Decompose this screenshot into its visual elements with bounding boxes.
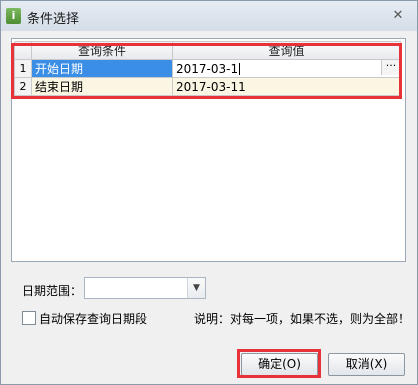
highlight-box-ok: [237, 349, 321, 378]
date-range-label: 日期范围：: [22, 284, 83, 298]
app-icon: i: [6, 8, 21, 24]
autosave-checkbox[interactable]: [22, 311, 36, 325]
cancel-button[interactable]: 取消(X): [328, 353, 405, 376]
window-title: 条件选择: [27, 12, 80, 27]
highlight-box-grid: [11, 43, 402, 99]
note-text: 说明：对每一项，如果不选，则为全部！: [194, 312, 411, 326]
autosave-label[interactable]: 自动保存查询日期段: [39, 310, 147, 327]
title-bar: i 条件选择 ✕: [1, 1, 417, 31]
condition-select-dialog: i 条件选择 ✕ 查询条件 查询值 1 开始日期 2017-03-1 ··· 2…: [0, 0, 418, 385]
chevron-down-icon[interactable]: ▼: [187, 278, 205, 298]
close-icon[interactable]: ✕: [389, 7, 407, 25]
date-range-select[interactable]: ▼: [84, 277, 206, 299]
